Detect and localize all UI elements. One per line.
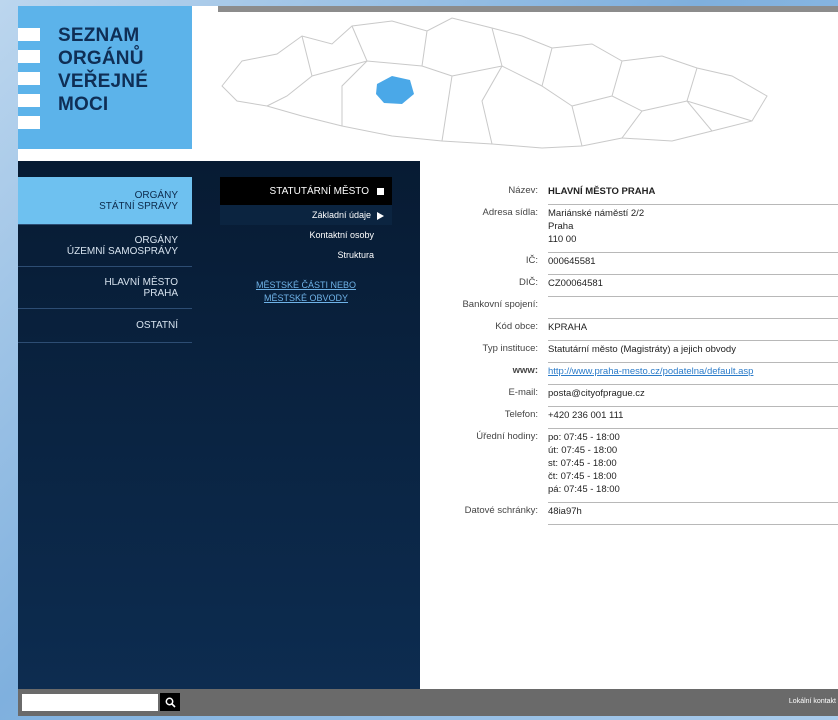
nav-hlavni-mesto-praha[interactable]: HLAVNÍ MĚSTO PRAHA: [18, 267, 192, 309]
footer-note[interactable]: Lokální kontakt: [789, 698, 836, 705]
label-dic: DIČ:: [519, 276, 538, 288]
label-schranky: Datové schránky:: [464, 504, 538, 516]
prague-highlight[interactable]: [376, 76, 414, 104]
primary-nav: ORGÁNY STÁTNÍ SPRÁVY ORGÁNY ÚZEMNÍ SAMOSPR…: [18, 177, 192, 343]
value-kod: KPRAHA: [548, 318, 838, 341]
value-hodiny: po: 07:45 - 18:00 út: 07:45 - 18:00 st: …: [548, 428, 838, 503]
left-panel: ORGÁNY STÁTNÍ SPRÁVY ORGÁNY ÚZEMNÍ SAMOSPR…: [18, 161, 420, 689]
value-typ: Statutární město (Magistráty) a jejich o…: [548, 340, 838, 363]
row-ic: IČ: 000645581: [420, 252, 838, 275]
label-www: www:: [512, 364, 538, 376]
label-typ: Typ instituce:: [482, 342, 538, 354]
label-banka: Bankovní spojení:: [462, 298, 538, 310]
nav-ostatni[interactable]: OSTATNÍ: [18, 309, 192, 343]
nav-zakladni-udaje[interactable]: Základní údaje: [220, 205, 392, 225]
label-adresa: Adresa sídla:: [482, 206, 538, 218]
nav-uzemni-samosprava[interactable]: ORGÁNY ÚZEMNÍ SAMOSPRÁVY: [18, 225, 192, 267]
square-icon: [377, 187, 384, 195]
link-mestske-casti[interactable]: MĚSTSKÉ ČÁSTI NEBO MĚSTSKÉ OBVODY: [220, 279, 392, 305]
czech-map-svg: [221, 17, 768, 149]
row-www: www: http://www.praha-mesto.cz/podatelna…: [420, 362, 838, 385]
www-link[interactable]: http://www.praha-mesto.cz/podatelna/defa…: [548, 366, 753, 377]
page: SEZNAM ORGÁNŮ VEŘEJNÉ MOCI ORGÁNY STÁTNÍ…: [18, 6, 838, 716]
secondary-nav: STATUTÁRNÍ MĚSTO Základní údaje Kontaktn…: [220, 177, 392, 305]
detail-panel: Název: HLAVNÍ MĚSTO PRAHA Adresa sídla: …: [420, 161, 838, 689]
search-icon: [165, 697, 176, 708]
search-button[interactable]: [160, 693, 180, 711]
nav-statutarni-mesto[interactable]: STATUTÁRNÍ MĚSTO: [220, 177, 392, 205]
nav-kontaktni-osoby[interactable]: Kontaktní osoby: [220, 225, 392, 245]
label-telefon: Telefon:: [504, 408, 538, 420]
row-typ: Typ instituce: Statutární město (Magistr…: [420, 340, 838, 363]
footer-bar: Lokální kontakt: [18, 689, 838, 716]
value-banka: [548, 296, 838, 319]
row-schranky: Datové schránky: 48ia97h: [420, 502, 838, 525]
row-dic: DIČ: CZ00064581: [420, 274, 838, 297]
row-adresa: Adresa sídla: Mariánské náměstí 2/2 Prah…: [420, 204, 838, 253]
arrow-right-icon: [377, 211, 384, 220]
value-email[interactable]: posta@cityofprague.cz: [548, 384, 838, 407]
row-nazev: Název: HLAVNÍ MĚSTO PRAHA: [420, 183, 838, 205]
info-table: Název: HLAVNÍ MĚSTO PRAHA Adresa sídla: …: [420, 183, 838, 525]
row-telefon: Telefon: +420 236 001 111: [420, 406, 838, 429]
label-hodiny: Úřední hodiny:: [476, 430, 538, 442]
nav-struktura[interactable]: Struktura: [220, 245, 392, 265]
site-logo[interactable]: SEZNAM ORGÁNŮ VEŘEJNÉ MOCI: [18, 6, 192, 149]
value-adresa: Mariánské náměstí 2/2 Praha 110 00: [548, 204, 838, 253]
label-nazev: Název:: [508, 185, 538, 196]
row-kod: Kód obce: KPRAHA: [420, 318, 838, 341]
nav-statni-sprava[interactable]: ORGÁNY STÁTNÍ SPRÁVY: [18, 177, 192, 225]
label-kod: Kód obce:: [495, 320, 538, 332]
value-telefon: +420 236 001 111: [548, 406, 838, 429]
search-input[interactable]: [22, 694, 158, 711]
value-dic: CZ00064581: [548, 274, 838, 297]
value-nazev: HLAVNÍ MĚSTO PRAHA: [548, 183, 838, 205]
value-www: http://www.praha-mesto.cz/podatelna/defa…: [548, 362, 838, 385]
label-ic: IČ:: [525, 254, 538, 266]
logo-bars: [18, 28, 40, 138]
row-hodiny: Úřední hodiny: po: 07:45 - 18:00 út: 07:…: [420, 428, 838, 503]
row-banka: Bankovní spojení:: [420, 296, 838, 319]
region-map[interactable]: [192, 6, 838, 161]
label-email: E-mail:: [508, 386, 538, 398]
logo-text: SEZNAM ORGÁNŮ VEŘEJNÉ MOCI: [58, 25, 149, 115]
value-schranky: 48ia97h: [548, 502, 838, 525]
row-email: E-mail: posta@cityofprague.cz: [420, 384, 838, 407]
value-ic: 000645581: [548, 252, 838, 275]
